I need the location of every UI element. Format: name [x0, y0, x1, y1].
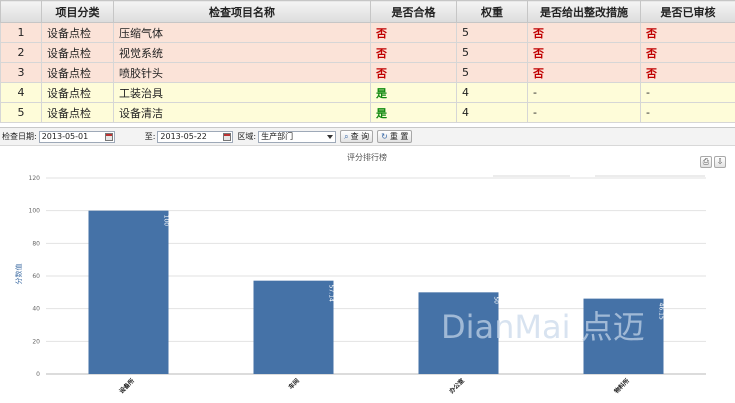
- score-ranking-chart: 评分排行榜 分数值 0 20 40 60 80 100 120 100 57.14 50 46.1…: [14, 152, 706, 395]
- audited-cell: 否: [640, 42, 735, 63]
- weight-cell: 4: [456, 82, 528, 103]
- bar-value-label: 46.15: [658, 303, 665, 320]
- bar-series: 100 57.14 50 46.15: [88, 210, 665, 374]
- qualified-header[interactable]: 是否合格: [370, 0, 457, 23]
- row-index: 3: [0, 62, 42, 83]
- table-row[interactable]: 4 设备点检 工装治具 是 4 - -: [0, 82, 735, 103]
- start-date-value: 2013-05-01: [41, 131, 89, 141]
- weight-header[interactable]: 权重: [456, 0, 528, 23]
- rectify-cell: 否: [527, 22, 641, 43]
- rectify-header[interactable]: 是否给出整改措施: [527, 0, 641, 23]
- weight-cell: 5: [456, 42, 528, 63]
- date-label: 检查日期:: [2, 132, 37, 141]
- item-name-cell: 压缩气体: [113, 22, 371, 43]
- rectify-cell: 否: [527, 42, 641, 63]
- audited-cell: 否: [640, 62, 735, 83]
- rectify-cell: 否: [527, 62, 641, 83]
- row-index: 1: [0, 22, 42, 43]
- index-header: [0, 0, 42, 23]
- rectify-cell: -: [527, 82, 641, 103]
- area-label: 区域:: [237, 132, 257, 141]
- watermark: DianMai 点迈: [441, 308, 645, 346]
- bar-车间: [253, 280, 334, 374]
- reset-icon: ↻: [381, 132, 388, 141]
- item-name-cell: 工装治具: [113, 82, 371, 103]
- end-date-input[interactable]: 2013-05-22: [157, 130, 234, 143]
- table-row[interactable]: 5 设备点检 设备清洁 是 4 - -: [0, 102, 735, 123]
- category-cell: 设备点检: [41, 22, 114, 43]
- y-tick-label: 40: [32, 306, 40, 313]
- x-axis-labels: 设备所 车间 办公室 物料所: [118, 377, 631, 395]
- y-tick-label: 100: [29, 208, 41, 215]
- weight-cell: 5: [456, 22, 528, 43]
- category-cell: 设备点检: [41, 62, 114, 83]
- table-row[interactable]: 3 设备点检 喷胶针头 否 5 否 否: [0, 62, 735, 83]
- qualified-cell: 否: [370, 42, 457, 63]
- search-icon: ⌕: [344, 131, 349, 141]
- y-axis-ticks: 0 20 40 60 80 100 120: [29, 175, 41, 378]
- area-select[interactable]: 生产部门: [258, 130, 337, 143]
- y-axis-label: 分数值: [14, 264, 23, 285]
- category-header[interactable]: 项目分类: [41, 0, 114, 23]
- row-index: 2: [0, 42, 42, 63]
- inspection-table: 项目分类 检查项目名称 是否合格 权重 是否给出整改措施 是否已审核 1 设备点…: [0, 0, 735, 123]
- item-name-header[interactable]: 检查项目名称: [113, 0, 371, 23]
- x-tick-label: 设备所: [118, 377, 136, 395]
- qualified-cell: 是: [370, 82, 457, 103]
- audited-header[interactable]: 是否已审核: [640, 0, 735, 23]
- qualified-cell: 否: [370, 62, 457, 83]
- bar-value-label: 50: [493, 296, 500, 304]
- y-tick-label: 80: [32, 240, 40, 247]
- category-cell: 设备点检: [41, 82, 114, 103]
- qualified-cell: 否: [370, 22, 457, 43]
- item-name-cell: 视觉系统: [113, 42, 371, 63]
- audited-cell: -: [640, 82, 735, 103]
- table-header-row: 项目分类 检查项目名称 是否合格 权重 是否给出整改措施 是否已审核: [0, 0, 735, 23]
- category-cell: 设备点检: [41, 102, 114, 123]
- calendar-icon[interactable]: [223, 132, 232, 141]
- chevron-down-icon: [327, 134, 334, 139]
- weight-cell: 4: [456, 102, 528, 123]
- query-button-label: 查 询: [350, 132, 370, 141]
- start-date-input[interactable]: 2013-05-01: [38, 130, 115, 143]
- qualified-cell: 是: [370, 102, 457, 123]
- y-tick-label: 0: [36, 371, 40, 378]
- y-tick-label: 60: [32, 273, 40, 280]
- item-name-cell: 设备清洁: [113, 102, 371, 123]
- category-cell: 设备点检: [41, 42, 114, 63]
- area-select-value: 生产部门: [261, 131, 294, 141]
- reset-button[interactable]: ↻ 重 置: [377, 130, 413, 143]
- table-row[interactable]: 2 设备点检 视觉系统 否 5 否 否: [0, 42, 735, 63]
- chart-title: 评分排行榜: [347, 152, 387, 162]
- audited-cell: -: [640, 102, 735, 123]
- table-row[interactable]: 1 设备点检 压缩气体 否 5 否 否: [0, 22, 735, 43]
- calendar-icon[interactable]: [104, 132, 113, 141]
- weight-cell: 5: [456, 62, 528, 83]
- query-button[interactable]: ⌕ 查 询: [340, 130, 374, 143]
- y-tick-label: 120: [29, 175, 41, 182]
- to-label: 至:: [144, 132, 156, 141]
- row-index: 4: [0, 82, 42, 103]
- rectify-cell: -: [527, 102, 641, 123]
- reset-button-label: 重 置: [389, 132, 409, 141]
- bar-value-label: 100: [163, 215, 170, 227]
- row-index: 5: [0, 102, 42, 123]
- bar-value-label: 57.14: [328, 285, 335, 302]
- item-name-cell: 喷胶针头: [113, 62, 371, 83]
- end-date-value: 2013-05-22: [160, 131, 207, 141]
- x-tick-label: 车间: [287, 377, 301, 391]
- audited-cell: 否: [640, 22, 735, 43]
- y-tick-label: 20: [32, 338, 40, 345]
- bar-设备所: [88, 210, 169, 374]
- x-tick-label: 办公室: [448, 377, 466, 395]
- filter-toolbar: 检查日期: 2013-05-01 至: 2013-05-22 区域: 生产部门 …: [0, 127, 735, 146]
- x-tick-label: 物料所: [613, 377, 631, 395]
